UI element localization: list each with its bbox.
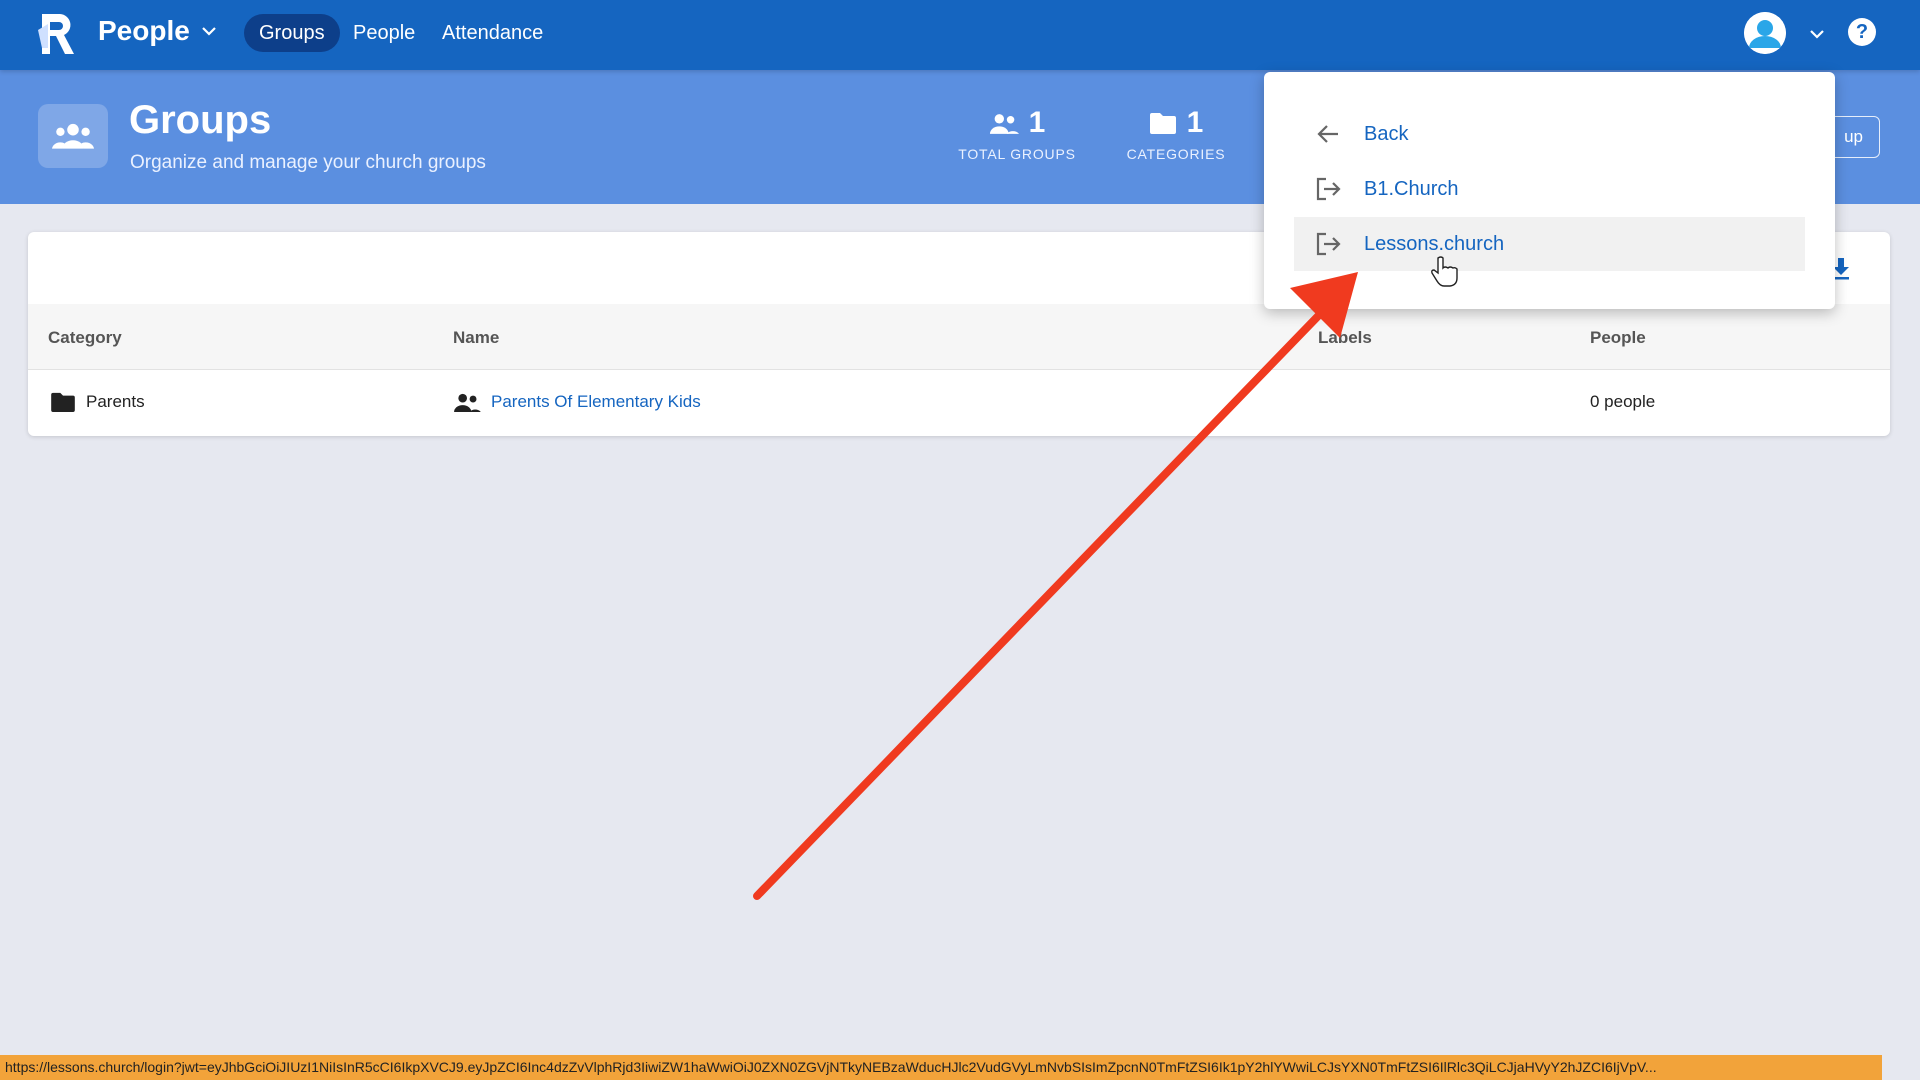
chevron-down-icon <box>202 27 216 36</box>
page-subtitle: Organize and manage your church groups <box>130 152 486 173</box>
page-title: Groups <box>129 98 272 142</box>
stat-value: 1 <box>1028 106 1046 139</box>
stat-total-groups: 1 TOTAL GROUPS <box>952 106 1082 162</box>
menu-item-label: Lessons.church <box>1364 232 1505 255</box>
cell-name: Parents Of Elementary Kids <box>453 392 701 412</box>
avatar[interactable] <box>1744 12 1786 54</box>
app-logo-icon[interactable] <box>36 12 80 56</box>
nav-tab-attendance[interactable]: Attendance <box>427 14 558 52</box>
app-switcher-menu: Back B1.Church Lessons.church <box>1264 72 1835 309</box>
stat-label: CATEGORIES <box>1126 146 1226 162</box>
top-nav: People Groups People Attendance ? <box>0 0 1920 70</box>
status-bar-url: https://lessons.church/login?jwt=eyJhbGc… <box>0 1055 1882 1080</box>
column-header-category[interactable]: Category <box>48 328 122 348</box>
chevron-down-icon[interactable] <box>1808 25 1826 43</box>
group-name-link[interactable]: Parents Of Elementary Kids <box>491 392 701 412</box>
column-header-people[interactable]: People <box>1590 328 1646 348</box>
stat-label: TOTAL GROUPS <box>958 146 1076 162</box>
menu-item-back[interactable]: Back <box>1294 107 1805 161</box>
menu-item-lessons-church[interactable]: Lessons.church <box>1294 217 1805 271</box>
cell-people: 0 people <box>1590 392 1656 411</box>
folder-icon <box>1149 113 1176 134</box>
folder-icon <box>51 392 75 412</box>
menu-item-label: Back <box>1364 122 1409 145</box>
logout-icon <box>1316 177 1341 201</box>
category-name: Parents <box>86 392 145 411</box>
column-header-name[interactable]: Name <box>453 328 499 348</box>
nav-tab-people[interactable]: People <box>338 14 430 52</box>
menu-item-b1-church[interactable]: B1.Church <box>1294 162 1805 216</box>
table-row: Parents Parents Of Elementary Kids 0 peo… <box>28 370 1890 436</box>
nav-tab-groups[interactable]: Groups <box>244 14 340 52</box>
logout-icon <box>1316 232 1341 256</box>
groups-icon <box>38 104 108 168</box>
stat-categories: 1 CATEGORIES <box>1120 106 1232 162</box>
user-avatar-icon <box>1744 12 1786 54</box>
arrow-left-icon <box>1317 125 1338 143</box>
column-header-labels[interactable]: Labels <box>1318 328 1372 348</box>
stat-value: 1 <box>1186 106 1204 139</box>
app-switcher[interactable]: People <box>98 15 218 47</box>
groups-icon <box>454 393 481 412</box>
table-header: Category Name Labels People <box>28 304 1890 370</box>
app-name-label: People <box>98 15 190 46</box>
help-icon[interactable]: ? <box>1848 18 1876 46</box>
menu-item-label: B1.Church <box>1364 177 1459 200</box>
cell-category: Parents <box>50 392 145 412</box>
groups-icon <box>989 113 1019 134</box>
